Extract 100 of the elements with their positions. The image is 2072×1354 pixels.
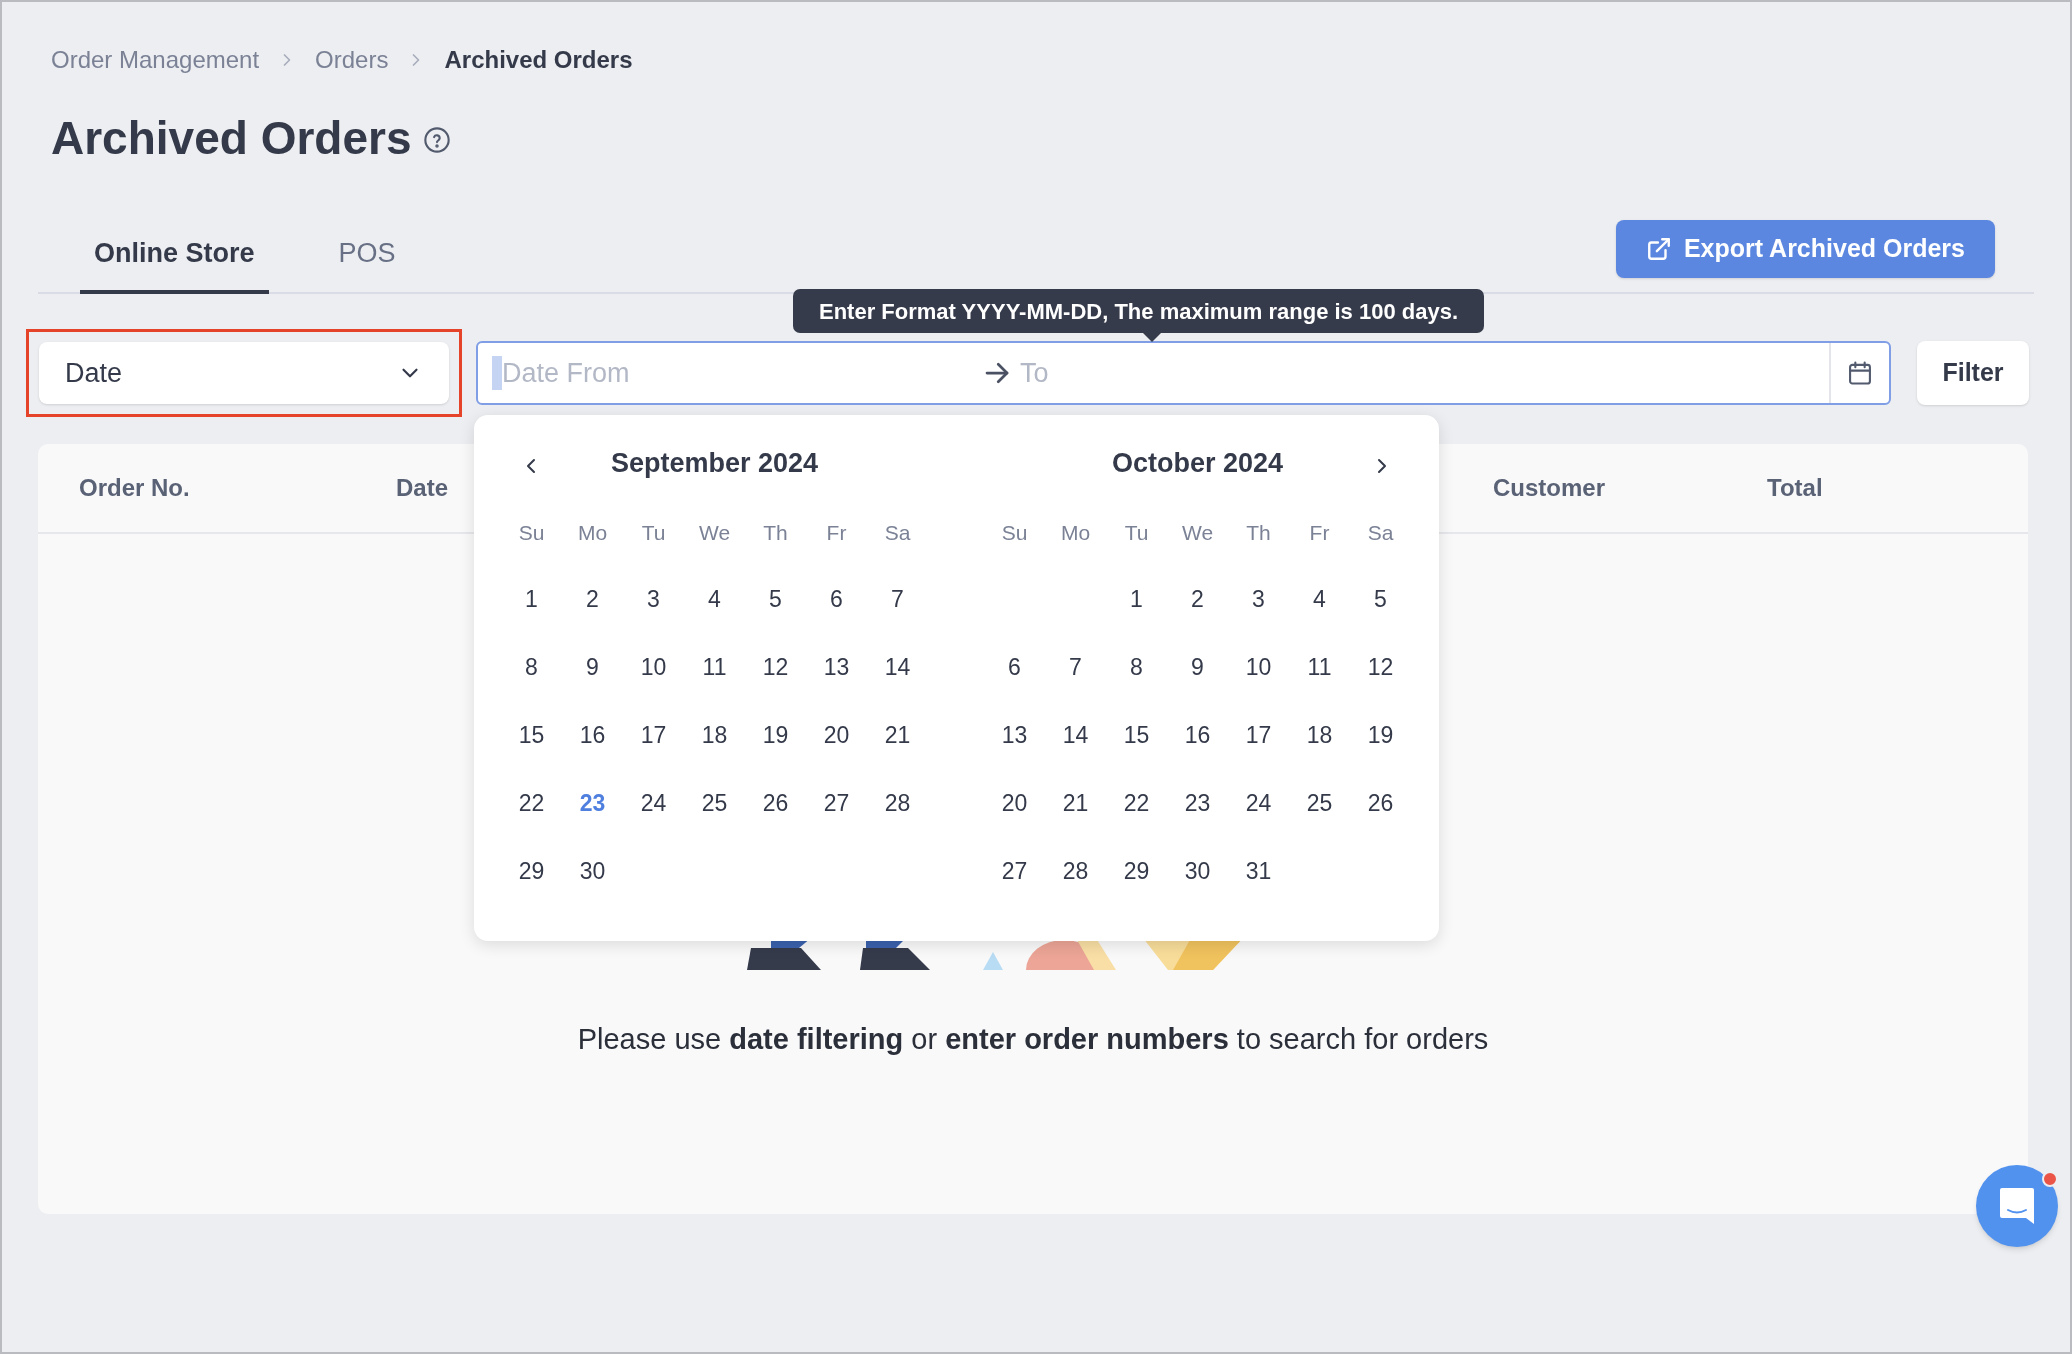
- calendar-day[interactable]: 24: [1234, 779, 1283, 827]
- calendar-day[interactable]: 25: [690, 779, 739, 827]
- column-header: Date: [396, 474, 449, 501]
- calendar-icon[interactable]: [1846, 359, 1874, 387]
- calendar-day[interactable]: 30: [568, 847, 617, 895]
- column-header: Customer: [1493, 474, 1606, 501]
- calendar-day[interactable]: 31: [1234, 847, 1283, 895]
- calendar-day[interactable]: 13: [812, 643, 861, 691]
- calendar-day[interactable]: 18: [690, 711, 739, 759]
- export-button[interactable]: Export Archived Orders: [1615, 220, 1995, 278]
- calendar-day[interactable]: 1: [507, 575, 556, 623]
- calendar-day[interactable]: 2: [1173, 575, 1222, 623]
- calendar-day[interactable]: 21: [1051, 779, 1100, 827]
- calendar-day[interactable]: 16: [1173, 711, 1222, 759]
- calendar-day[interactable]: 29: [507, 847, 556, 895]
- calendar-day[interactable]: 12: [751, 643, 800, 691]
- calendar-day[interactable]: 27: [990, 847, 1039, 895]
- calendar-day[interactable]: 22: [1112, 779, 1161, 827]
- calendar-day[interactable]: 9: [568, 643, 617, 691]
- calendar-day[interactable]: 13: [990, 711, 1039, 759]
- filter-button[interactable]: Filter: [1917, 341, 2029, 405]
- calendar-day[interactable]: 21: [873, 711, 922, 759]
- breadcrumb-link[interactable]: Archived Orders: [444, 42, 633, 78]
- calendar-day[interactable]: 27: [812, 779, 861, 827]
- calendar-day[interactable]: 10: [1234, 643, 1283, 691]
- calendar-day[interactable]: 11: [690, 643, 739, 691]
- calendar-day[interactable]: 19: [751, 711, 800, 759]
- calendar-day[interactable]: 4: [1295, 575, 1344, 623]
- calendar-day[interactable]: 14: [873, 643, 922, 691]
- calendar-day[interactable]: 17: [1234, 711, 1283, 759]
- calendar-day[interactable]: 19: [1356, 711, 1405, 759]
- weekday-label: Th: [1246, 520, 1271, 547]
- month-title: October 2024: [1111, 446, 1284, 480]
- weekday-label: Fr: [826, 520, 847, 547]
- calendar-day[interactable]: 26: [1356, 779, 1405, 827]
- weekday-label: Mo: [1060, 520, 1091, 547]
- calendar-day[interactable]: 6: [812, 575, 861, 623]
- date-from-input[interactable]: Date From: [502, 352, 982, 394]
- chat-button[interactable]: [1976, 1165, 2058, 1247]
- calendar-day[interactable]: 29: [1112, 847, 1161, 895]
- calendar-day[interactable]: 9: [1173, 643, 1222, 691]
- calendar-day[interactable]: 14: [1051, 711, 1100, 759]
- calendar-day[interactable]: 24: [629, 779, 678, 827]
- tooltip-pointer: [1143, 333, 1161, 342]
- calendar-day[interactable]: 25: [1295, 779, 1344, 827]
- calendar-day[interactable]: 12: [1356, 643, 1405, 691]
- text-cursor: [492, 356, 502, 390]
- external-link-icon: [1645, 236, 1672, 262]
- calendar-day[interactable]: 8: [507, 643, 556, 691]
- calendar-day[interactable]: 17: [629, 711, 678, 759]
- calendar-day[interactable]: 23: [1173, 779, 1222, 827]
- page-title: Archived Orders: [51, 110, 412, 166]
- calendar-day[interactable]: 30: [1173, 847, 1222, 895]
- calendar-day[interactable]: 20: [990, 779, 1039, 827]
- chat-icon: [1998, 1186, 2036, 1226]
- calendar-day[interactable]: 5: [1356, 575, 1405, 623]
- calendar-day[interactable]: 23: [568, 779, 617, 827]
- calendar-day[interactable]: 7: [1051, 643, 1100, 691]
- calendar-day[interactable]: 15: [507, 711, 556, 759]
- calendar-day[interactable]: 3: [629, 575, 678, 623]
- date-type-select[interactable]: Date: [39, 342, 449, 404]
- weekday-label: Sa: [884, 520, 911, 547]
- calendar-day[interactable]: 26: [751, 779, 800, 827]
- weekday-label: Sa: [1367, 520, 1394, 547]
- calendar-day[interactable]: 5: [751, 575, 800, 623]
- weekday-label: Fr: [1309, 520, 1330, 547]
- calendar-day[interactable]: 2: [568, 575, 617, 623]
- calendar-day[interactable]: 20: [812, 711, 861, 759]
- weekday-label: Tu: [1124, 520, 1149, 547]
- tab[interactable]: Online Store: [80, 216, 269, 294]
- weekday-label: Th: [763, 520, 788, 547]
- tab[interactable]: POS: [308, 216, 426, 294]
- weekday-label: Su: [518, 520, 545, 547]
- calendar-day[interactable]: 11: [1295, 643, 1344, 691]
- calendar-day[interactable]: 7: [873, 575, 922, 623]
- calendar-day[interactable]: 1: [1112, 575, 1161, 623]
- weekday-label: Su: [1001, 520, 1028, 547]
- calendar-day[interactable]: 28: [873, 779, 922, 827]
- calendar-day[interactable]: 4: [690, 575, 739, 623]
- column-header: Total: [1767, 474, 1823, 501]
- tooltip: Enter Format YYYY-MM-DD, The maximum range is 100 days.: [793, 289, 1484, 333]
- calendar-day[interactable]: 8: [1112, 643, 1161, 691]
- empty-state-message: Please use date filtering or enter order numbers to search for orders: [576, 1022, 1490, 1057]
- calendar-day[interactable]: 10: [629, 643, 678, 691]
- weekday-label: We: [698, 520, 731, 547]
- calendar-day[interactable]: 16: [568, 711, 617, 759]
- calendar-day[interactable]: 28: [1051, 847, 1100, 895]
- date-range-field[interactable]: Date From To: [476, 341, 1891, 405]
- calendar-day[interactable]: 3: [1234, 575, 1283, 623]
- weekday-label: Mo: [577, 520, 608, 547]
- calendar-day[interactable]: 18: [1295, 711, 1344, 759]
- calendar-day[interactable]: 6: [990, 643, 1039, 691]
- month-title: September 2024: [610, 446, 819, 480]
- calendar-day[interactable]: 15: [1112, 711, 1161, 759]
- calendar-day[interactable]: 22: [507, 779, 556, 827]
- column-header: Order No.: [79, 474, 190, 501]
- help-icon[interactable]: [423, 126, 452, 154]
- weekday-label: We: [1181, 520, 1214, 547]
- weekday-label: Tu: [641, 520, 666, 547]
- date-to-input[interactable]: To: [1020, 352, 1420, 394]
